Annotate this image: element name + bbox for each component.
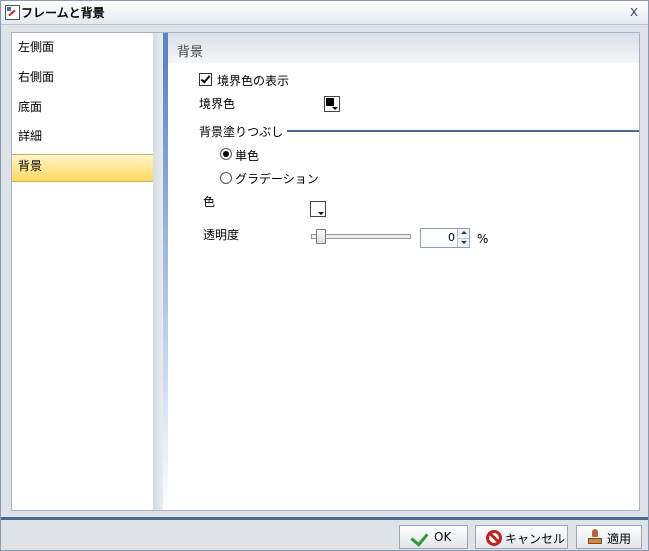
- category-list: 左側面 右側面 底面 詳細 背景: [12, 33, 153, 510]
- checkmark-icon: [410, 528, 429, 547]
- footer-divider: [1, 517, 648, 520]
- stamp-icon: [588, 529, 602, 545]
- show-border-label: 境界色の表示: [217, 74, 290, 88]
- dialog-body: 左側面 右側面 底面 詳細 背景 背景 境界色の表示 境界色 背景塗りつぶし 単…: [11, 32, 640, 511]
- border-color-swatch: [326, 98, 334, 106]
- border-color-label: 境界色: [199, 97, 236, 111]
- transparency-slider-thumb[interactable]: [316, 229, 326, 244]
- dropdown-arrow-icon: [332, 107, 338, 110]
- settings-panel: 背景 境界色の表示 境界色 背景塗りつぶし 単色 グラデーション 色 透明度 0…: [163, 33, 639, 510]
- spin-up-icon[interactable]: [457, 229, 469, 237]
- color-label: 色: [203, 195, 216, 209]
- sidebar-item-label: 底面: [18, 100, 43, 114]
- spin-down-icon[interactable]: [457, 238, 469, 247]
- cancel-button[interactable]: キャンセル: [475, 525, 568, 549]
- dropdown-arrow-icon: [318, 212, 324, 215]
- sidebar-item-label: 詳細: [18, 129, 43, 143]
- panel-title: 背景: [177, 45, 204, 60]
- transparency-slider-track[interactable]: [311, 234, 411, 239]
- sidebar-item-bottom[interactable]: 底面: [12, 96, 153, 124]
- transparency-value: 0: [448, 231, 455, 244]
- solid-color-radio[interactable]: [220, 148, 232, 160]
- sidebar-item-label: 右側面: [18, 70, 55, 84]
- panel-edge-decoration: [163, 63, 168, 510]
- solid-color-label: 単色: [235, 149, 260, 163]
- background-fill-section-title: 背景塗りつぶし: [199, 125, 284, 139]
- ok-button[interactable]: OK: [399, 525, 468, 549]
- section-divider: [287, 130, 639, 132]
- cancel-button-label: キャンセル: [505, 532, 566, 546]
- ok-button-label: OK: [434, 530, 452, 544]
- sidebar-item-left-side[interactable]: 左側面: [12, 36, 153, 64]
- gradient-radio[interactable]: [220, 172, 232, 184]
- fill-color-swatch: [312, 203, 320, 211]
- frame-background-dialog: フレームと背景 x 左側面 右側面 底面 詳細 背景 背景 境界色の表示 境界色…: [0, 0, 649, 551]
- sidebar-item-right-side[interactable]: 右側面: [12, 66, 153, 94]
- border-color-picker[interactable]: [324, 96, 340, 112]
- apply-button-label: 適用: [607, 532, 632, 546]
- title-bar[interactable]: フレームと背景 x: [1, 1, 648, 25]
- gradient-label: グラデーション: [235, 172, 319, 186]
- fill-color-picker[interactable]: [310, 201, 326, 217]
- transparency-unit: %: [477, 232, 489, 246]
- panel-header: 背景: [163, 33, 639, 63]
- sidebar-item-background[interactable]: 背景: [12, 154, 153, 182]
- close-button[interactable]: x: [626, 4, 642, 20]
- app-icon: [5, 5, 20, 20]
- cancel-icon: [486, 530, 502, 546]
- transparency-label: 透明度: [203, 228, 240, 242]
- show-border-checkbox[interactable]: [199, 73, 212, 86]
- panel-splitter[interactable]: [153, 33, 163, 510]
- sidebar-item-label: 背景: [18, 159, 43, 173]
- sidebar-item-label: 左側面: [18, 40, 55, 54]
- dialog-title: フレームと背景: [21, 6, 105, 20]
- sidebar-item-details[interactable]: 詳細: [12, 125, 153, 153]
- transparency-spinner[interactable]: 0: [420, 228, 470, 248]
- apply-button[interactable]: 適用: [576, 525, 642, 549]
